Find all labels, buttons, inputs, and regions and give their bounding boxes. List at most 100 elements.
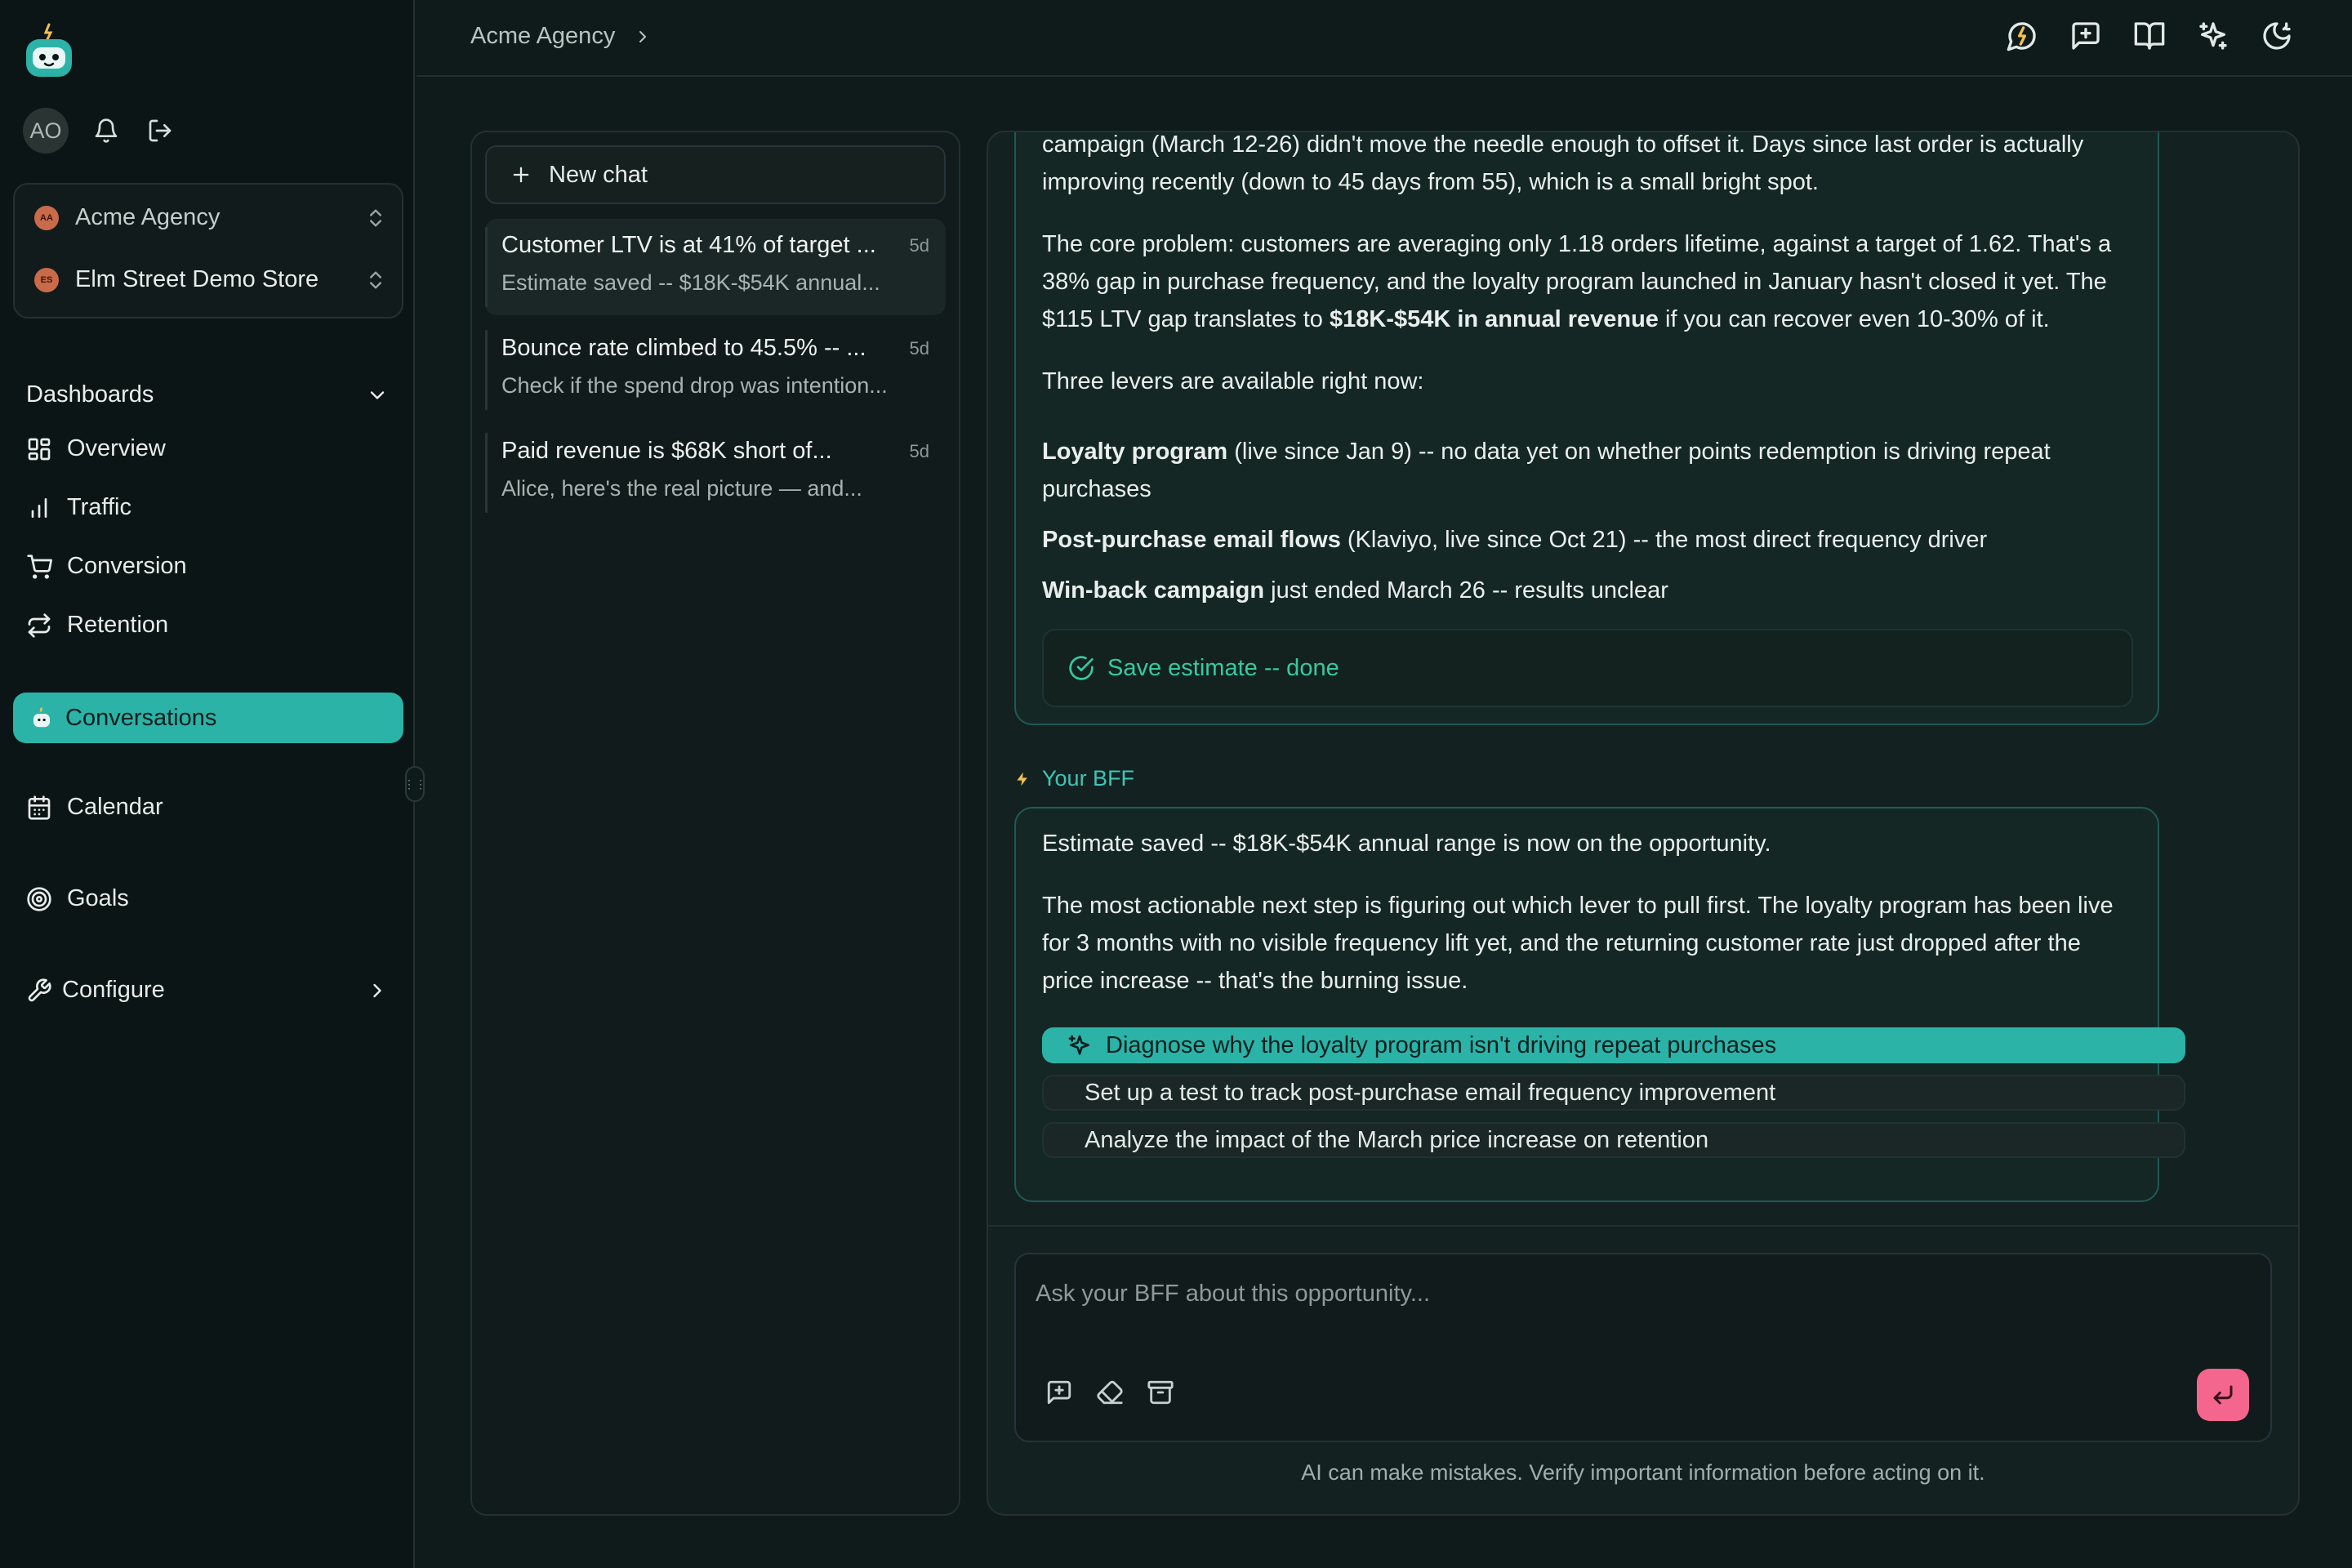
bot-icon bbox=[29, 706, 54, 730]
new-message-icon[interactable] bbox=[2069, 20, 2102, 52]
bell-icon[interactable] bbox=[90, 114, 122, 147]
lever-item: Win-back campaign just ended March 26 --… bbox=[1042, 577, 1668, 604]
lever-item: Post-purchase email flows (Klaviyo, live… bbox=[1042, 527, 1988, 553]
sidebar-item-label: Goals bbox=[67, 885, 129, 911]
composer-tools bbox=[1045, 1379, 1176, 1408]
cart-icon bbox=[26, 554, 52, 580]
chevron-right-icon bbox=[366, 979, 389, 1002]
conversation-item[interactable]: Paid revenue is $68K short of... 5d Alic… bbox=[485, 425, 946, 521]
tool-status-label: Save estimate -- done bbox=[1107, 654, 1339, 681]
sidebar-item-goals[interactable]: Goals bbox=[26, 885, 129, 912]
author-name: Your BFF bbox=[1042, 766, 1135, 791]
message-paragraph: The most actionable next step is figurin… bbox=[1042, 893, 2114, 994]
suggestion-label: Diagnose why the loyalty program isn't d… bbox=[1106, 1031, 1777, 1058]
suggestion-label: Analyze the impact of the March price in… bbox=[1085, 1126, 1709, 1153]
sidebar-resize-handle[interactable]: ⋮⋮ bbox=[403, 766, 426, 802]
theme-toggle-icon[interactable] bbox=[2261, 20, 2293, 52]
lever-item: Loyalty program (live since Jan 9) -- no… bbox=[1042, 439, 2051, 502]
plus-icon bbox=[510, 163, 532, 186]
store-selector[interactable]: ES Elm Street Demo Store bbox=[34, 266, 387, 293]
breadcrumb-item[interactable]: Acme Agency bbox=[470, 23, 615, 50]
sidebar-item-conversations[interactable]: Conversations bbox=[13, 693, 403, 743]
ai-disclaimer: AI can make mistakes. Verify important i… bbox=[1301, 1460, 1985, 1485]
suggestion-button[interactable]: Set up a test to track post-purchase ema… bbox=[1042, 1075, 2185, 1111]
workspace-switcher: AA Acme Agency ES Elm Street Demo Store bbox=[13, 183, 403, 318]
sidebar-item-conversion[interactable]: Conversion bbox=[26, 553, 187, 580]
conversation-age: 5d bbox=[909, 440, 929, 461]
new-chat-button[interactable]: New chat bbox=[485, 145, 946, 204]
layout-grid-icon bbox=[26, 436, 52, 462]
logout-icon[interactable] bbox=[144, 114, 176, 147]
suggestion-button[interactable]: Analyze the impact of the March price in… bbox=[1042, 1122, 2185, 1158]
bar-chart-icon bbox=[26, 495, 52, 521]
sidebar-item-label: Calendar bbox=[67, 794, 163, 820]
eraser-icon[interactable] bbox=[1096, 1379, 1125, 1408]
dashboards-section-toggle[interactable]: Dashboards bbox=[26, 381, 389, 408]
wrench-icon bbox=[26, 978, 52, 1004]
check-circle-icon bbox=[1068, 655, 1094, 681]
conversation-list: New chat Customer LTV is at 41% of targe… bbox=[470, 131, 960, 1516]
sidebar-item-configure[interactable]: Configure bbox=[26, 977, 389, 1004]
repeat-icon bbox=[26, 612, 52, 639]
conversation-indicator bbox=[485, 227, 488, 307]
send-button[interactable] bbox=[2197, 1369, 2249, 1421]
agency-selector[interactable]: AA Acme Agency bbox=[34, 204, 387, 231]
new-chat-label: New chat bbox=[549, 161, 648, 188]
sidebar-item-label: Traffic bbox=[67, 494, 131, 520]
sidebar-item-traffic[interactable]: Traffic bbox=[26, 494, 131, 521]
message-paragraph: Estimate saved -- $18K-$54K annual range… bbox=[1042, 831, 1771, 857]
archive-icon[interactable] bbox=[1147, 1379, 1176, 1408]
store-name: Elm Street Demo Store bbox=[75, 266, 319, 292]
message-thread[interactable]: campaign (March 12-26) didn't move the n… bbox=[988, 132, 2298, 1225]
book-icon[interactable] bbox=[2133, 20, 2166, 52]
add-comment-icon[interactable] bbox=[1045, 1379, 1075, 1408]
sidebar-item-retention[interactable]: Retention bbox=[26, 612, 168, 639]
agency-name: Acme Agency bbox=[75, 204, 220, 230]
chevron-up-down-icon bbox=[364, 207, 387, 229]
calendar-icon bbox=[26, 795, 52, 821]
tool-status: Save estimate -- done bbox=[1042, 629, 2133, 707]
message-paragraph: campaign (March 12-26) didn't move the n… bbox=[1042, 132, 2084, 195]
conversation-item[interactable]: Customer LTV is at 41% of target ... 5d … bbox=[485, 219, 946, 315]
store-avatar: ES bbox=[34, 267, 59, 292]
top-bar: Acme Agency bbox=[416, 0, 2352, 77]
chevron-down-icon bbox=[366, 384, 389, 407]
app-logo-icon[interactable] bbox=[23, 23, 75, 80]
sidebar-item-label: Retention bbox=[67, 612, 169, 638]
conversation-title: Bounce rate climbed to 45.5% -- ... bbox=[501, 335, 866, 361]
suggestion-button[interactable]: Diagnose why the loyalty program isn't d… bbox=[1042, 1027, 2185, 1063]
conversation-age: 5d bbox=[909, 234, 929, 256]
message-paragraph: Three levers are available right now: bbox=[1042, 368, 1424, 394]
header-actions bbox=[2006, 20, 2293, 52]
message-paragraph: The core problem: customers are averagin… bbox=[1042, 231, 2112, 332]
suggestion-label: Set up a test to track post-purchase ema… bbox=[1085, 1079, 1776, 1106]
assistant-message: campaign (March 12-26) didn't move the n… bbox=[1014, 132, 2159, 725]
conversation-snippet: Estimate saved -- $18K-$54K annual... bbox=[501, 270, 880, 295]
lightning-icon bbox=[1014, 769, 1031, 789]
conversation-item[interactable]: Bounce rate climbed to 45.5% -- ... 5d C… bbox=[485, 322, 946, 418]
sidebar-item-label: Configure bbox=[62, 977, 165, 1003]
sidebar-item-overview[interactable]: Overview bbox=[26, 435, 166, 462]
sidebar-item-label: Conversion bbox=[67, 553, 187, 579]
sidebar-item-label: Conversations bbox=[65, 704, 217, 731]
conversation-age: 5d bbox=[909, 337, 929, 359]
chevron-up-down-icon bbox=[364, 269, 387, 292]
avatar[interactable]: AO bbox=[23, 108, 69, 154]
sidebar-item-calendar[interactable]: Calendar bbox=[26, 794, 163, 821]
conversation-title: Customer LTV is at 41% of target ... bbox=[501, 232, 876, 258]
agency-avatar: AA bbox=[34, 205, 59, 230]
breadcrumb: Acme Agency bbox=[470, 23, 653, 50]
quick-chat-icon[interactable] bbox=[2006, 20, 2038, 52]
target-icon bbox=[26, 886, 52, 912]
conversation-indicator bbox=[485, 330, 488, 410]
chevron-right-icon bbox=[633, 27, 653, 47]
composer[interactable]: Ask your BFF about this opportunity... bbox=[1014, 1253, 2272, 1442]
message-input-placeholder[interactable]: Ask your BFF about this opportunity... bbox=[1036, 1281, 1430, 1307]
conversation-indicator bbox=[485, 433, 488, 513]
dashboards-label: Dashboards bbox=[26, 381, 154, 408]
enter-arrow-icon bbox=[2211, 1383, 2235, 1407]
conversation-snippet: Alice, here's the real picture — and... bbox=[501, 476, 862, 501]
sparkles-icon[interactable] bbox=[2197, 20, 2230, 52]
assistant-message: Estimate saved -- $18K-$54K annual range… bbox=[1014, 807, 2185, 1202]
conversation-title: Paid revenue is $68K short of... bbox=[501, 438, 832, 464]
